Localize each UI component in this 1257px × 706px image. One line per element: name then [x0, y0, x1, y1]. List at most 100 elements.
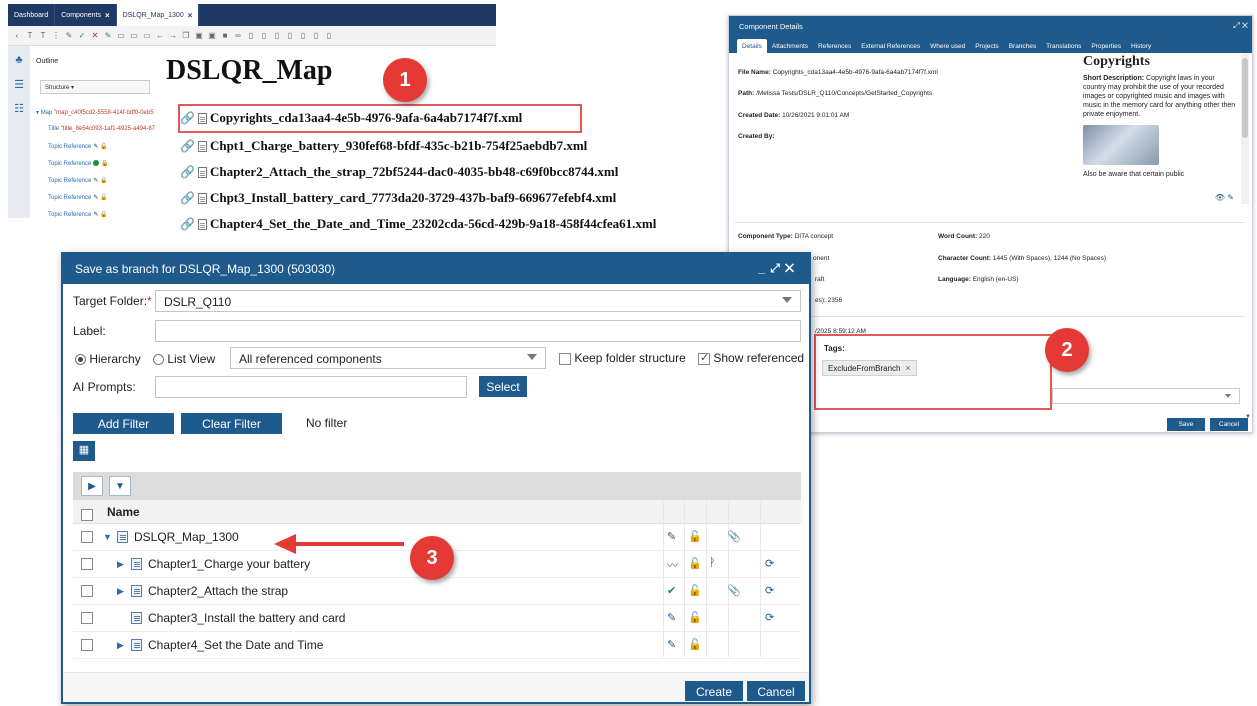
eye-icon[interactable]: 👁 — [1215, 193, 1225, 202]
tab-properties[interactable]: Properties — [1086, 39, 1126, 53]
tab-history[interactable]: History — [1126, 39, 1156, 53]
remove-tag-icon[interactable]: × — [905, 363, 910, 373]
maximize-icon[interactable]: ⤢ — [1233, 21, 1239, 30]
outline-icon[interactable]: ☷ — [12, 102, 26, 116]
tree-node-title[interactable]: Title "title_8e54c093-1af1-4925-a494-87 — [48, 126, 155, 132]
tree-node-topicref[interactable]: Topic Reference ✎ 🔓 — [48, 211, 108, 218]
chevron-right-icon[interactable]: ▶ — [117, 559, 124, 570]
tab-where-used[interactable]: Where used — [925, 39, 970, 53]
tags-field-dropdown[interactable] — [1052, 388, 1240, 404]
select-button[interactable]: Select — [479, 376, 527, 397]
clear-filter-button[interactable]: Clear Filter — [181, 413, 282, 434]
structure-dropdown[interactable]: Structure ▾ — [40, 80, 150, 94]
tab-translations[interactable]: Translations — [1041, 39, 1086, 53]
row-checkbox[interactable] — [81, 639, 93, 651]
tab-details[interactable]: Details — [737, 39, 767, 53]
details-cancel-button[interactable]: Cancel — [1210, 418, 1248, 431]
tab-external-references[interactable]: External References — [856, 39, 925, 53]
document-icon[interactable]: ▯ — [324, 31, 334, 41]
topicref-link-chpt3[interactable]: 🔗 Chpt3_Install_battery_card_7773da20-372… — [180, 190, 616, 206]
tab-projects[interactable]: Projects — [970, 39, 1003, 53]
tree-node-topicref[interactable]: Topic Reference 🔒 — [48, 160, 109, 167]
collapse-all-icon[interactable]: ▼ — [109, 476, 131, 496]
copy-icon[interactable]: ❐ — [181, 31, 191, 41]
tab-dashboard[interactable]: Dashboard — [8, 4, 56, 26]
arrow-right-icon[interactable]: → — [168, 31, 178, 41]
chevron-right-icon[interactable]: ▶ — [117, 640, 124, 651]
select-all-checkbox[interactable] — [81, 508, 93, 521]
document-icon[interactable]: ▯ — [285, 31, 295, 41]
expand-all-icon[interactable]: ▶ — [81, 476, 103, 496]
row-checkbox[interactable] — [81, 558, 93, 570]
tab-components[interactable]: Components × — [55, 4, 117, 26]
view-list-radio[interactable]: List View — [153, 352, 215, 366]
tag-chip[interactable]: ExcludeFromBranch × — [822, 360, 917, 376]
tree-node-topicref[interactable]: Topic Reference ✎ 🔓 — [48, 143, 108, 150]
target-folder-select[interactable]: DSLR_Q110 — [155, 290, 801, 312]
video-icon[interactable]: ■ — [220, 31, 230, 41]
tab-attachments[interactable]: Attachments — [767, 39, 813, 53]
scroll-thumb[interactable] — [1242, 58, 1248, 138]
accept-icon[interactable]: ✓ — [77, 31, 87, 41]
scope-select[interactable]: All referenced components — [230, 347, 546, 369]
add-filter-button[interactable]: Add Filter — [73, 413, 174, 434]
tab-branches[interactable]: Branches — [1004, 39, 1041, 53]
show-referenced-checkbox[interactable]: Show referenced — [698, 351, 804, 365]
row-checkbox[interactable] — [81, 585, 93, 597]
name-column-header[interactable]: Name — [107, 505, 140, 519]
comment-icon[interactable]: ▭ — [116, 31, 126, 41]
table-row[interactable]: ▶ Chapter4_Set the Date and Time ✎ 🔓 — [73, 632, 801, 659]
table-row[interactable]: Chapter3_Install the battery and card ✎ … — [73, 605, 801, 632]
document-icon[interactable]: ▯ — [272, 31, 282, 41]
chevron-left-icon[interactable]: ‹ — [12, 31, 22, 41]
chevron-right-icon[interactable]: ▶ — [117, 586, 124, 597]
topicref-link-chpt1[interactable]: 🔗 Chpt1_Charge_battery_930fef68-bfdf-435c… — [180, 138, 587, 154]
document-icon[interactable]: ▯ — [298, 31, 308, 41]
field-label: Path: — [738, 90, 755, 97]
create-button[interactable]: Create — [685, 681, 743, 701]
row-checkbox[interactable] — [81, 531, 93, 543]
comment-add-icon[interactable]: ▭ — [129, 31, 139, 41]
insert-text-icon[interactable]: T — [25, 31, 35, 41]
topicref-link-chapter4[interactable]: 🔗 Chapter4_Set_the_Date_and_Time_23202cda… — [180, 216, 656, 232]
maximize-icon[interactable]: ⤢ — [770, 261, 785, 275]
minimize-icon[interactable]: _ — [759, 261, 771, 275]
tree-icon[interactable]: ♣ — [12, 54, 26, 68]
arrow-left-icon[interactable]: ← — [155, 31, 165, 41]
comment-list-icon[interactable]: ▭ — [142, 31, 152, 41]
tab-references[interactable]: References — [813, 39, 856, 53]
spellcheck-icon[interactable]: ✎ — [64, 31, 74, 41]
structure-icon[interactable]: ☰ — [12, 78, 26, 92]
document-icon[interactable]: ▯ — [259, 31, 269, 41]
tree-node-map[interactable]: ▾ Map "map_c40f5cd2-5558-414f-bdf0-0eb5 — [36, 109, 154, 116]
document-icon[interactable]: ▯ — [311, 31, 321, 41]
close-icon[interactable]: × — [105, 11, 110, 20]
table-row[interactable]: ▶ Chapter2_Attach the strap ✔ 🔓 📎 ⟳ — [73, 578, 801, 605]
tree-node-topicref[interactable]: Topic Reference ✎ 🔓 — [48, 194, 108, 201]
tree-node-topicref[interactable]: Topic Reference ✎ 🔓 — [48, 177, 108, 184]
pencil-icon[interactable]: ✎ — [1227, 193, 1234, 202]
table-view-icon[interactable]: ▦ — [73, 441, 95, 461]
ai-prompts-input[interactable] — [155, 376, 467, 398]
more-icon[interactable]: ⋮ — [51, 31, 61, 41]
topicref-link-chapter2[interactable]: 🔗 Chapter2_Attach_the_strap_72bf5244-dac0… — [180, 164, 618, 180]
close-icon[interactable]: ✕ — [1242, 21, 1248, 30]
details-save-button[interactable]: Save — [1167, 418, 1205, 431]
preview-scrollbar[interactable] — [1241, 54, 1249, 204]
close-icon[interactable]: × — [188, 11, 193, 20]
track-changes-icon[interactable]: ✎ — [103, 31, 113, 41]
link-icon[interactable]: ∞ — [233, 31, 243, 41]
reject-icon[interactable]: ✕ — [90, 31, 100, 41]
media-icon[interactable]: ▣ — [207, 31, 217, 41]
document-icon[interactable]: ▯ — [246, 31, 256, 41]
keep-folder-checkbox[interactable]: Keep folder structure — [559, 351, 686, 365]
tab-dslqr-map[interactable]: DSLQR_Map_1300 × — [116, 4, 200, 26]
view-hierarchy-radio[interactable]: Hierarchy — [75, 352, 141, 366]
chevron-down-icon[interactable]: ▼ — [103, 532, 112, 542]
image-icon[interactable]: ▣ — [194, 31, 204, 41]
row-checkbox[interactable] — [81, 612, 93, 624]
label-input[interactable] — [155, 320, 801, 342]
insert-title-icon[interactable]: T — [38, 31, 48, 41]
cancel-button[interactable]: Cancel — [747, 681, 805, 701]
close-icon[interactable]: ✕ — [785, 261, 799, 275]
